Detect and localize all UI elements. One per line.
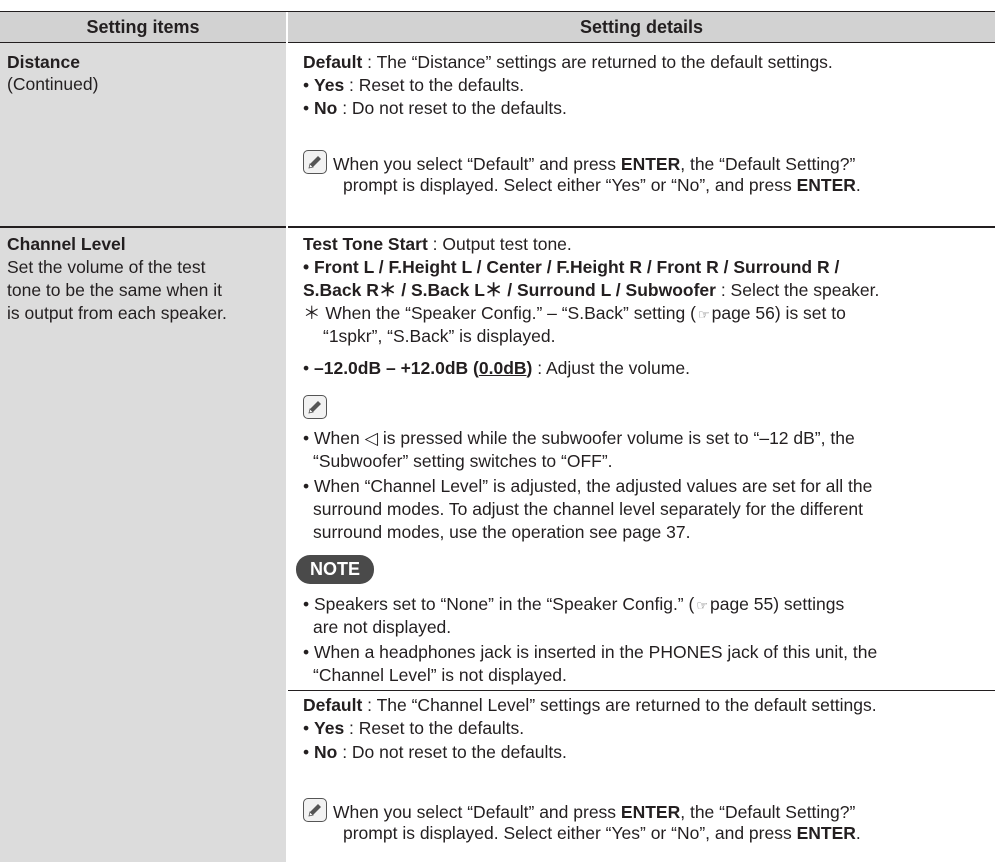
channel-no-line: • No : Do not reset to the defaults. <box>303 742 567 762</box>
range-text: : Adjust the volume. <box>532 358 690 378</box>
tip1-line1: • When ◁ is pressed while the subwoofer … <box>303 428 855 448</box>
row-divider <box>0 42 995 43</box>
pencil-note-icon <box>303 150 327 174</box>
row-divider <box>0 226 995 228</box>
header-setting-items: Setting items <box>86 17 200 37</box>
header-setting-details: Setting details <box>579 17 704 37</box>
distance-note-enter: ENTER <box>620 154 681 174</box>
distance-title: Distance <box>7 52 80 72</box>
distance-note-text-c: prompt is displayed. Select either “Yes”… <box>343 175 797 195</box>
tip2-line3: surround modes, use the operation see pa… <box>313 522 691 542</box>
reference-hand-icon: ☞ <box>697 307 710 322</box>
channel-default-label: Default <box>303 695 363 715</box>
channel-note-text-d: . <box>855 823 861 843</box>
speaker-list-2: S.Back R＊ / S.Back L＊ / Surround L / Sub… <box>303 280 716 300</box>
pencil-note-icon <box>303 798 327 822</box>
speaker-list-1: Front L / F.Height L / Center / F.Height… <box>314 257 840 277</box>
tip2-a: When “Channel Level” is adjusted, the ad… <box>314 476 873 496</box>
distance-note-text-d: . <box>855 175 861 195</box>
pencil-note-icon <box>303 395 327 419</box>
tip2-line1: • When “Channel Level” is adjusted, the … <box>303 476 873 496</box>
channel-no-text: : Do not reset to the defaults. <box>337 742 567 762</box>
test-tone-start-text: : Output test tone. <box>427 234 572 254</box>
note1-a: Speakers set to “None” in the “Speaker C… <box>314 594 695 614</box>
channel-no-label: No <box>314 742 338 762</box>
tip1-b: is pressed while the subwoofer volume is… <box>378 428 855 448</box>
note-badge-label: NOTE <box>309 559 360 579</box>
distance-yes-label: Yes <box>314 75 345 95</box>
range-line: • –12.0dB – +12.0dB (0.0dB) : Adjust the… <box>303 358 690 378</box>
channel-yes-text: : Reset to the defaults. <box>344 718 525 738</box>
speaker-list-line1: • Front L / F.Height L / Center / F.Heig… <box>303 257 840 277</box>
channel-level-desc: is output from each speaker. <box>7 303 227 323</box>
left-triangle-icon: ◁ <box>364 428 379 448</box>
speaker-list-2-text: : Select the speaker. <box>715 280 880 300</box>
note2-line1: • When a headphones jack is inserted in … <box>303 642 878 662</box>
tip2-line2: surround modes. To adjust the channel le… <box>313 499 863 519</box>
channel-default-line: Default : The “Channel Level” settings a… <box>303 693 877 717</box>
channel-default-text: : The “Channel Level” settings are retur… <box>362 695 877 715</box>
distance-yes-line: • Yes : Reset to the defaults. <box>303 75 525 95</box>
channel-note-line2: prompt is displayed. Select either “Yes”… <box>343 821 861 845</box>
distance-note-enter-2: ENTER <box>796 175 856 195</box>
asterisk-note-b: page 56) is set to <box>711 303 846 323</box>
distance-note-text-a: When you select “Default” and press <box>333 154 621 174</box>
distance-yes-text: : Reset to the defaults. <box>344 75 525 95</box>
distance-no-text: : Do not reset to the defaults. <box>337 98 567 118</box>
test-tone-start-label: Test Tone Start <box>303 234 428 254</box>
distance-default-text: : The “Distance” settings are returned t… <box>362 52 833 72</box>
speaker-list-line2: S.Back R＊ / S.Back L＊ / Surround L / Sub… <box>303 278 879 302</box>
distance-default-line: Default : The “Distance” settings are re… <box>303 50 833 74</box>
channel-note-text-a: When you select “Default” and press <box>333 802 621 822</box>
channel-level-desc: tone to be the same when it <box>7 280 222 300</box>
note2-a: When a headphones jack is inserted in th… <box>314 642 878 662</box>
range-default: 0.0dB <box>478 358 527 378</box>
note1-b: page 55) settings <box>709 594 845 614</box>
distance-no-line: • No : Do not reset to the defaults. <box>303 98 567 118</box>
range-bold: –12.0dB – +12.0dB ( <box>314 358 479 378</box>
channel-note-enter-2: ENTER <box>796 823 856 843</box>
distance-default-label: Default <box>303 52 363 72</box>
reference-hand-icon: ☞ <box>696 598 708 613</box>
tip1-a: When <box>314 428 365 448</box>
distance-note-text-b: , the “Default Setting?” <box>680 154 856 174</box>
note2-line2: “Channel Level” is not displayed. <box>313 665 567 685</box>
channel-note-enter: ENTER <box>620 802 681 822</box>
subrow-divider <box>288 690 995 691</box>
channel-note-text-b: , the “Default Setting?” <box>680 802 856 822</box>
channel-yes-line: • Yes : Reset to the defaults. <box>303 718 525 738</box>
asterisk-note-line2: “1spkr”, “S.Back” is displayed. <box>323 326 556 346</box>
channel-yes-label: Yes <box>314 718 345 738</box>
distance-subtitle: (Continued) <box>7 74 99 94</box>
channel-tip-pencil <box>303 395 333 420</box>
channel-level-title: Channel Level <box>7 234 126 254</box>
tip1-line2: “Subwoofer” setting switches to “OFF”. <box>313 451 613 471</box>
note-badge: NOTE <box>296 555 374 584</box>
channel-note-text-c: prompt is displayed. Select either “Yes”… <box>343 823 797 843</box>
asterisk-note-a: ＊ When the “Speaker Config.” – “S.Back” … <box>303 303 696 323</box>
distance-note-line2: prompt is displayed. Select either “Yes”… <box>343 173 861 197</box>
distance-no-label: No <box>314 98 338 118</box>
channel-level-desc: Set the volume of the test <box>7 257 206 277</box>
test-tone-start-line: Test Tone Start : Output test tone. <box>303 232 572 256</box>
note1-line2: are not displayed. <box>313 617 452 637</box>
column-divider <box>286 12 288 862</box>
